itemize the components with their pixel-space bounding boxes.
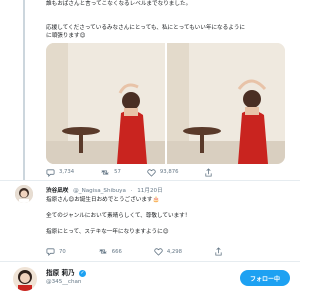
retweet-count: 57 [114,169,121,175]
heart-icon [147,168,156,177]
photo-right-image [166,43,285,164]
thread-line [23,0,25,180]
reply-reply-count: 70 [59,248,66,255]
retweet-icon [99,249,107,254]
reply-date-separator: · [130,188,133,194]
reply-icon [46,168,55,177]
reply-like-action[interactable]: 4,298 [154,247,182,256]
reply-action[interactable]: 3,734 [46,168,74,177]
tweet-line-2: 応援してくださっているみなさんにとっても、私にとってもいい年になるように [46,25,246,31]
divider [0,261,300,262]
share-action[interactable] [204,167,213,177]
reply-actions: 70 666 4,298 [46,247,266,256]
retweet-icon [101,169,109,175]
verified-badge-icon: ✓ [78,269,86,277]
reply-retweet-count: 666 [111,248,122,255]
share-icon [205,167,213,177]
author-block: 指原 莉乃 ✓ @345__chan [46,267,86,285]
reply-header: 渋谷凪咲 @_Nagisa_Shibuya · 11月20日 [46,186,163,194]
heart-icon [154,248,163,256]
author-handle[interactable]: @345__chan [46,279,86,285]
reply-line-3: 指原にとって、ステキな一年になりますように😊 [46,229,169,235]
photo-left-image [46,43,165,164]
reply-avatar-image [15,185,33,203]
photo-right[interactable] [166,43,285,164]
reply-author-name[interactable]: 渋谷凪咲 [46,188,68,194]
following-button[interactable]: フォロー中 [239,270,290,286]
tweet-actions: 3,734 57 93,876 [46,166,246,178]
reply-icon [46,248,55,256]
reply-date[interactable]: 11月20日 [137,188,162,194]
reply-count: 3,734 [59,169,75,175]
share-icon [215,247,222,256]
like-count: 93,876 [159,169,179,175]
reply-author-handle[interactable]: @_Nagisa_Shibuya [73,188,126,194]
retweet-action[interactable]: 57 [100,168,121,177]
reply-like-count: 4,298 [166,248,183,255]
reply-share-action[interactable] [214,247,223,256]
photo-left[interactable] [46,43,165,164]
tweet-line-1: 誰もおばさんと言ってこなくなるレベルまでなりました。 [46,1,192,7]
tweet-text: 誰もおばさんと言ってこなくなるレベルまでなりました。 応援してくださっているみな… [46,0,296,40]
reply-line-1: 指原さん😊お誕生日おめでとうございます🎂 [46,197,160,203]
author-avatar-image [13,267,37,291]
like-action[interactable]: 93,876 [147,168,179,177]
author-avatar[interactable] [13,267,37,291]
tweet-media[interactable] [46,43,285,164]
reply-reply-action[interactable]: 70 [46,247,66,256]
reply-text: 指原さん😊お誕生日おめでとうございます🎂 全てのジャンルにおいて素晴らしくて、尊… [46,196,190,236]
tweet-line-3: に頑張ります😊 [46,33,86,39]
reply-avatar[interactable] [15,185,33,203]
reply-line-2: 全てのジャンルにおいて素晴らしくて、尊敬しています！ [46,213,191,219]
reply-retweet-action[interactable]: 666 [98,247,122,256]
author-name[interactable]: 指原 莉乃 [46,269,75,277]
divider [0,180,300,181]
